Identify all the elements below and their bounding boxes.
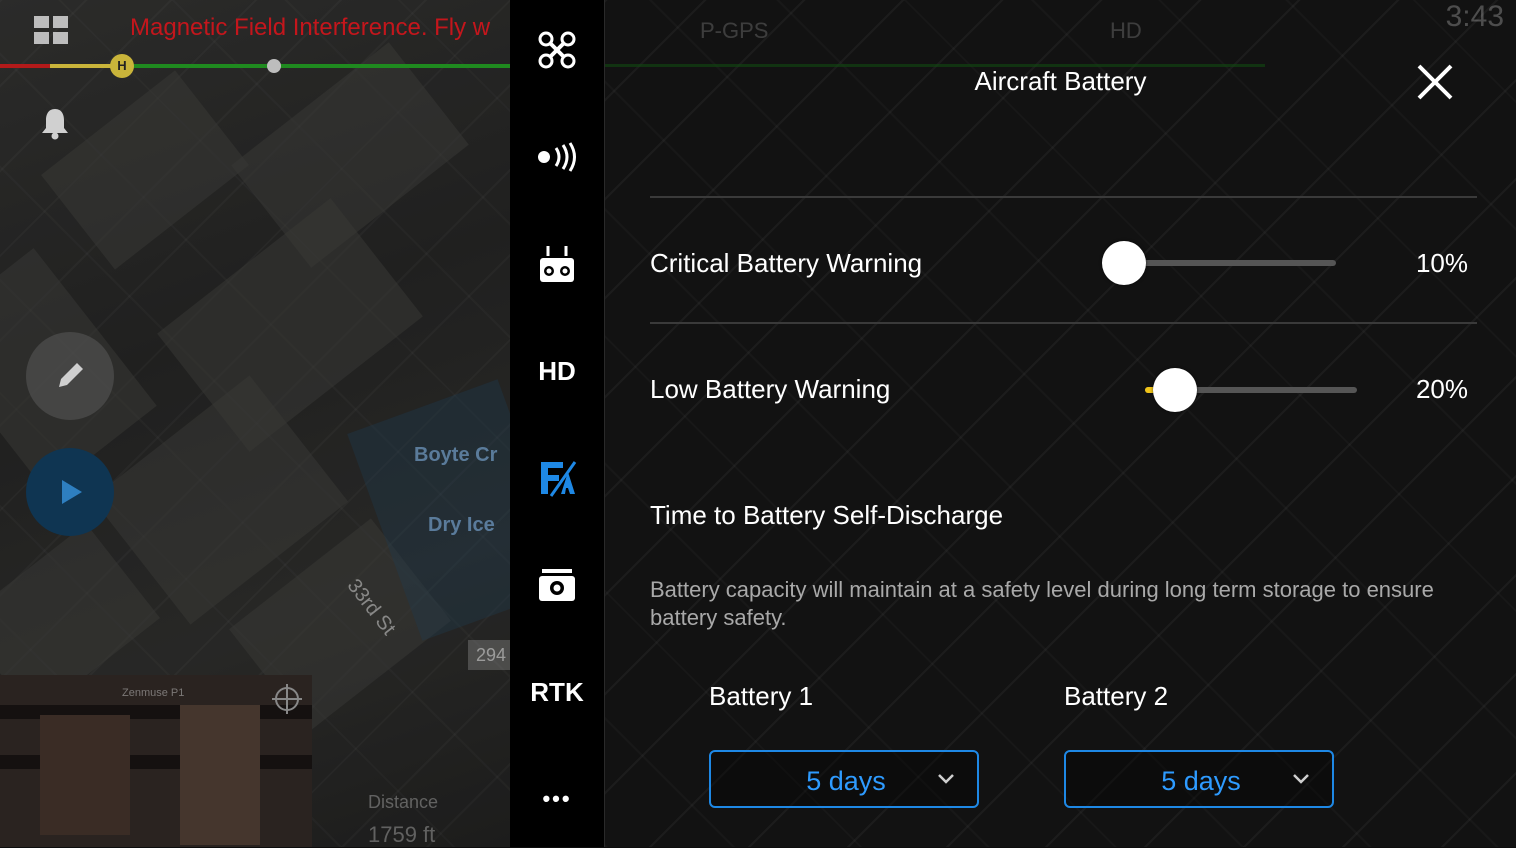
map-place-label: Dry Ice [428,514,495,536]
signal-icon [538,142,576,172]
home-point-marker: H [110,54,134,78]
remote-controller-icon [540,246,574,282]
crosshair-icon[interactable] [272,684,302,714]
sidebar-item-camera[interactable] [510,545,604,625]
chevron-down-icon [938,774,954,784]
battery-1-label: Battery 1 [709,681,814,711]
sidebar-item-aircraft[interactable] [510,10,604,90]
distance-label: Distance [368,792,439,812]
self-discharge-title: Time to Battery Self-Discharge [650,500,1004,530]
rtk-label: RTK [530,676,584,707]
drone-icon [538,31,576,69]
map-edit-button[interactable] [26,332,114,420]
settings-sidebar: HD RTK ••• [510,0,605,847]
play-icon [62,480,82,504]
magnetic-interference-warning: Magnetic Field Interference. Fly w [130,14,491,41]
aircraft-battery-panel: P-GPS HD 3:43 Aircraft Battery Critical … [605,0,1516,847]
critical-battery-slider[interactable] [1102,241,1336,285]
gps-mode-label: P-GPS [700,18,769,43]
divider [650,196,1477,198]
clock: 3:43 [1445,0,1504,33]
divider [650,322,1477,324]
critical-battery-label: Critical Battery Warning [650,248,923,278]
map-scale-badge: 294 [468,640,510,670]
sidebar-item-rtk[interactable]: RTK [510,652,604,732]
camera-model-label: Zenmuse P1 [122,687,185,699]
status-bar: P-GPS HD [700,12,1516,52]
battery-2-discharge-dropdown[interactable]: 5 days [1064,750,1334,808]
chevron-down-icon [1293,774,1309,784]
start-mission-button[interactable] [26,448,114,536]
distance-value: 1759 ft [368,822,436,847]
close-icon[interactable] [1413,60,1457,104]
notification-bell-icon[interactable] [40,106,70,140]
self-discharge-description: Battery capacity will maintain at a safe… [650,577,1434,630]
sidebar-item-video-link[interactable]: HD [510,331,604,411]
hd-label: HD [538,355,576,386]
pencil-icon [59,363,83,387]
camera-icon [539,569,575,601]
panel-title: Aircraft Battery [974,66,1147,96]
low-battery-slider[interactable] [1145,368,1357,412]
battery-2-label: Battery 2 [1064,681,1169,711]
sidebar-item-more[interactable]: ••• [510,759,604,839]
low-battery-value: 20% [1415,374,1468,404]
aircraft-position-marker [267,59,281,73]
app-menu-icon[interactable] [34,16,70,44]
slider-knob[interactable] [1102,241,1146,285]
battery-settings-icon [541,461,577,497]
low-battery-label: Low Battery Warning [650,374,891,404]
slider-knob[interactable] [1152,368,1197,412]
map-place-label: Boyte Cr [414,444,498,466]
sidebar-item-sensors[interactable] [510,117,604,197]
more-icon: ••• [542,786,572,811]
video-link-status: HD [1110,18,1142,43]
sidebar-item-battery[interactable] [510,438,604,518]
critical-battery-value: 10% [1415,248,1468,278]
battery-1-discharge-dropdown[interactable]: 5 days [709,750,979,808]
sidebar-item-remote-controller[interactable] [510,224,604,304]
camera-preview[interactable] [0,675,312,847]
